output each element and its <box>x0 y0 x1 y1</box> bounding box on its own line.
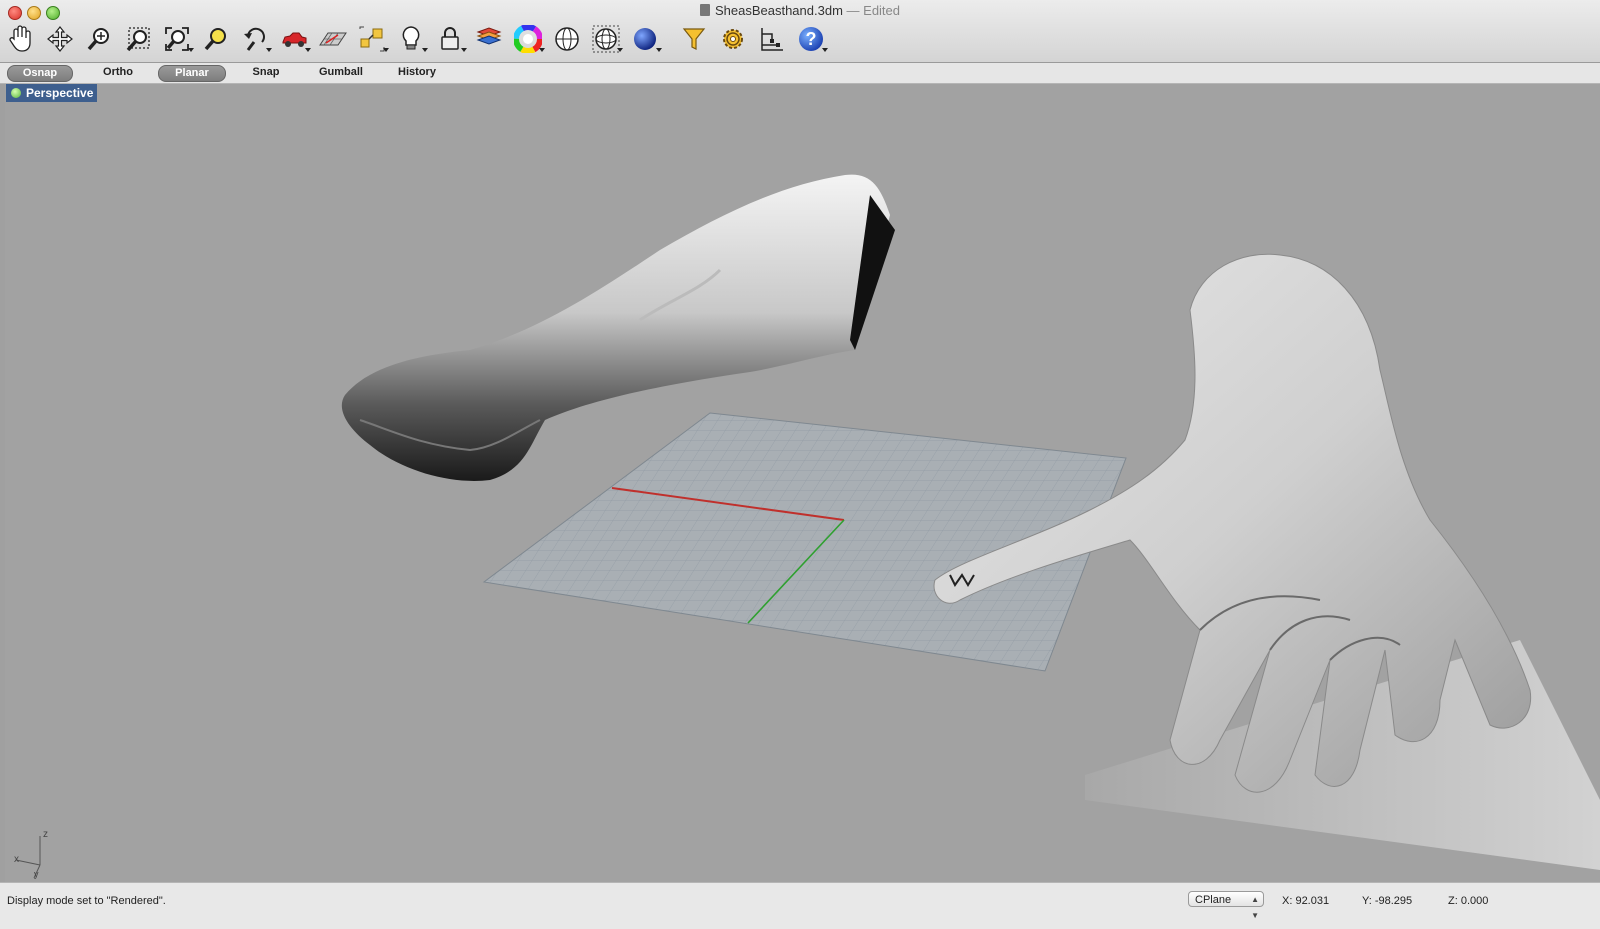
filter-button[interactable] <box>679 24 709 54</box>
zoom-selected-icon <box>204 28 226 51</box>
layer-book-icon <box>476 27 502 45</box>
planar-toggle[interactable]: Planar <box>158 65 226 82</box>
zoom-extents-button[interactable] <box>162 24 194 54</box>
zoom-button[interactable] <box>84 24 114 54</box>
wireframe-button[interactable] <box>552 24 582 54</box>
zoom-extents-icon <box>165 27 189 51</box>
osnap-toggle[interactable]: Osnap <box>7 65 73 82</box>
ortho-toggle[interactable]: Ortho <box>88 65 148 80</box>
y-coordinate: Y: -98.295 <box>1362 895 1413 907</box>
grid-plane-icon <box>319 32 347 46</box>
lock-button[interactable] <box>435 24 467 54</box>
axis-x-label: x <box>14 854 19 865</box>
z-coordinate: Z: 0.000 <box>1448 895 1489 907</box>
pan-tool-button[interactable] <box>6 24 36 54</box>
zoom-window-button[interactable] <box>123 24 153 54</box>
layers-button[interactable] <box>474 24 504 54</box>
select-arrows-icon: ▲ ▼ <box>1251 895 1259 920</box>
viewport-title-tab[interactable]: Perspective <box>6 84 98 102</box>
cplane-select[interactable]: CPlane ▲ ▼ <box>1188 891 1264 920</box>
sphere-wireframe-icon <box>555 27 579 51</box>
shaded-button[interactable] <box>591 24 623 54</box>
mode-bar: Osnap Ortho Planar Snap Gumball History <box>0 63 1600 84</box>
zoom-selected-button[interactable] <box>201 24 231 54</box>
title-bar: SheasBeasthand.3dm — Edited ? <box>0 0 1600 63</box>
window-title: SheasBeasthand.3dm — Edited <box>0 3 1600 18</box>
viewport-title: Perspective <box>26 86 94 100</box>
lights-button[interactable] <box>396 24 428 54</box>
car-icon <box>282 32 307 47</box>
status-message: Display mode set to "Rendered". <box>7 895 166 907</box>
history-toggle[interactable]: History <box>388 65 446 80</box>
undo-view-button[interactable] <box>240 24 272 54</box>
lock-icon <box>441 27 459 50</box>
rotate-view-button[interactable] <box>45 24 75 54</box>
x-coordinate: X: 92.031 <box>1282 895 1330 907</box>
properties-icon <box>761 28 783 51</box>
pan-icon <box>9 25 31 52</box>
gear-settings-icon <box>723 29 743 49</box>
funnel-icon <box>682 28 706 50</box>
document-name: SheasBeasthand.3dm <box>714 3 843 18</box>
perspective-viewport[interactable]: Perspective z x y <box>5 84 1600 882</box>
render-sphere-icon <box>634 28 656 50</box>
grid-plane-button[interactable] <box>318 24 348 54</box>
gumball-toggle[interactable]: Gumball <box>310 65 372 80</box>
zoom-window-icon <box>126 27 150 52</box>
named-view-button[interactable] <box>279 24 311 54</box>
svg-text:?: ? <box>806 29 817 49</box>
axis-z-label: z <box>43 829 48 840</box>
axis-y-label: y <box>34 869 39 879</box>
transform-button[interactable] <box>357 24 389 54</box>
help-icon: ? <box>799 27 823 51</box>
properties-button[interactable] <box>757 24 787 54</box>
undo-view-icon <box>244 27 265 51</box>
viewport-status-icon <box>11 88 21 98</box>
color-wheel-icon <box>514 25 542 53</box>
edited-indicator: — Edited <box>846 3 901 18</box>
document-icon <box>699 4 710 16</box>
rotate-view-icon <box>47 26 73 52</box>
transform-icon <box>359 26 385 52</box>
snap-toggle[interactable]: Snap <box>238 65 294 80</box>
main-toolbar: ? <box>6 22 835 56</box>
globe-icon <box>592 25 620 53</box>
viewport-scene <box>15 174 1600 879</box>
color-button[interactable] <box>513 24 545 54</box>
zoom-icon <box>87 28 109 51</box>
rendered-button[interactable] <box>630 24 662 54</box>
light-bulb-icon <box>402 26 420 50</box>
options-button[interactable] <box>718 24 748 54</box>
cplane-value: CPlane <box>1195 894 1232 906</box>
help-button[interactable]: ? <box>796 24 828 54</box>
status-bar: Display mode set to "Rendered". CPlane ▲… <box>0 882 1600 929</box>
